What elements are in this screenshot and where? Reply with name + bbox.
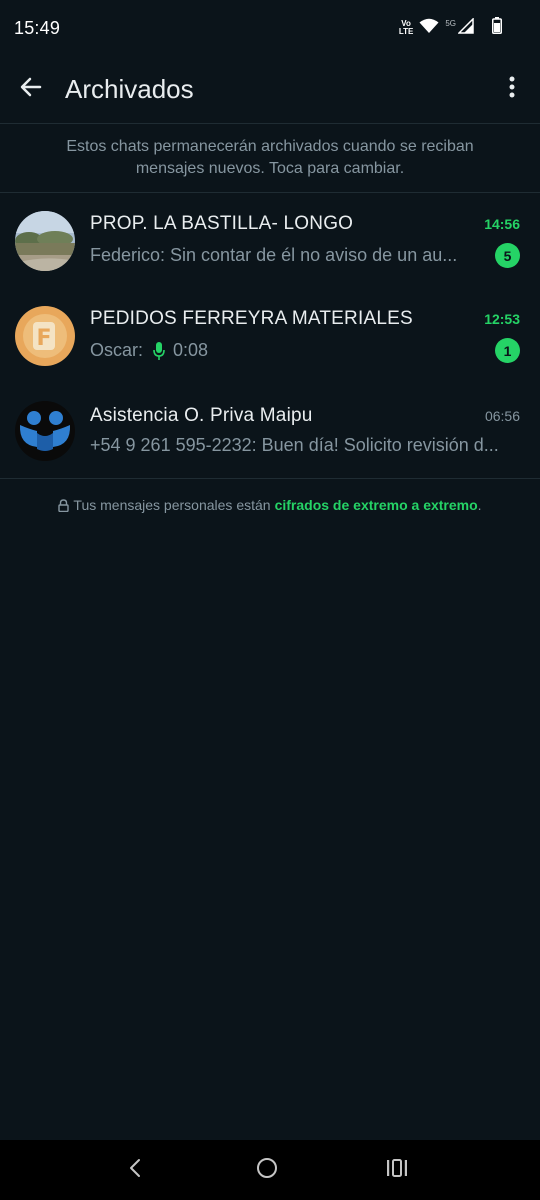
chat-preview-sender: Oscar: <box>90 340 144 360</box>
archive-settings-text: Estos chats permanecerán archivados cuan… <box>66 138 474 177</box>
ferreyra-logo-image: F <box>15 305 75 366</box>
chat-preview-text: Federico: Sin contar de él no aviso de u… <box>90 245 458 265</box>
chat-time: 06:56 <box>484 408 520 424</box>
status-icons: Vo LTE 5G <box>399 16 502 39</box>
unread-badge: 5 <box>495 243 520 268</box>
list-divider <box>0 478 540 479</box>
chat-top: PROP. LA BASTILLA- LONGO 14:56 <box>90 213 520 235</box>
network-type-label: 5G <box>445 19 456 28</box>
chat-time: 14:56 <box>484 216 520 232</box>
chat-name: PEDIDOS FERREYRA MATERIALES <box>90 308 413 329</box>
voice-duration: 0:08 <box>173 340 209 360</box>
chat-preview: Oscar: 0:08 <box>90 340 485 361</box>
more-options-button[interactable] <box>500 75 524 105</box>
encryption-note-prefix: Tus mensajes personales están <box>73 497 271 513</box>
chat-preview: +54 9 261 595-2232: Buen día! Solicito r… <box>90 435 520 456</box>
signal-icon <box>457 16 474 39</box>
volte-bottom-label: LTE <box>398 27 414 36</box>
page-title: Archivados <box>65 74 194 104</box>
unread-badge: 1 <box>495 338 520 363</box>
chat-top: Asistencia O. Priva Maipu 06:56 <box>90 405 520 427</box>
chat-bottom: Federico: Sin contar de él no aviso de u… <box>90 243 520 268</box>
avatar-letter: F <box>36 326 51 351</box>
nav-home-icon <box>256 1157 278 1184</box>
wifi-icon <box>419 18 439 39</box>
chat-name: PROP. LA BASTILLA- LONGO <box>90 213 354 234</box>
chat-preview-text: +54 9 261 595-2232: Buen día! Solicito r… <box>90 435 499 455</box>
app-bar: Archivados <box>0 56 540 124</box>
chat-bottom: Oscar: 0:08 1 <box>90 338 520 363</box>
chat-list: PROP. LA BASTILLA- LONGO 14:56 Federico:… <box>0 193 540 478</box>
nav-home-button[interactable] <box>252 1155 282 1185</box>
chat-row[interactable]: PROP. LA BASTILLA- LONGO 14:56 Federico:… <box>0 193 540 288</box>
chat-row[interactable]: Asistencia O. Priva Maipu 06:56 +54 9 26… <box>0 383 540 478</box>
back-button[interactable] <box>16 75 46 105</box>
status-bar: 15:49 Vo LTE 5G <box>0 0 540 56</box>
chat-row[interactable]: F PEDIDOS FERREYRA MATERIALES 12:53 Osca… <box>0 288 540 383</box>
avatar[interactable] <box>15 210 75 271</box>
chat-bottom: +54 9 261 595-2232: Buen día! Solicito r… <box>90 435 520 456</box>
archive-settings-banner[interactable]: Estos chats permanecerán archivados cuan… <box>0 124 540 193</box>
microphone-icon <box>153 341 165 360</box>
encryption-note: Tus mensajes personales están cifrados d… <box>0 497 540 513</box>
volte-icon: Vo LTE <box>399 20 414 36</box>
system-navigation-bar <box>0 1140 540 1200</box>
encryption-link[interactable]: cifrados de extremo a extremo <box>275 497 478 513</box>
landscape-avatar-image <box>15 210 75 271</box>
blue-figures-logo-image <box>15 400 75 461</box>
avatar[interactable]: F <box>15 305 75 366</box>
more-vertical-icon <box>509 76 515 103</box>
chat-time: 12:53 <box>484 311 520 327</box>
nav-back-button[interactable] <box>120 1155 150 1185</box>
chat-body: Asistencia O. Priva Maipu 06:56 +54 9 26… <box>90 405 520 456</box>
nav-back-icon <box>127 1158 143 1183</box>
battery-icon <box>492 17 502 39</box>
encryption-note-suffix: . <box>477 497 482 513</box>
chat-top: PEDIDOS FERREYRA MATERIALES 12:53 <box>90 308 520 330</box>
chat-preview: Federico: Sin contar de él no aviso de u… <box>90 245 485 266</box>
avatar[interactable] <box>15 400 75 461</box>
chat-body: PROP. LA BASTILLA- LONGO 14:56 Federico:… <box>90 213 520 268</box>
arrow-left-icon <box>19 75 43 104</box>
nav-recents-icon <box>386 1158 408 1183</box>
chat-body: PEDIDOS FERREYRA MATERIALES 12:53 Oscar:… <box>90 308 520 363</box>
status-time: 15:49 <box>14 17 61 38</box>
chat-name: Asistencia O. Priva Maipu <box>90 405 313 426</box>
nav-recents-button[interactable] <box>382 1155 412 1185</box>
lock-icon <box>58 498 70 512</box>
